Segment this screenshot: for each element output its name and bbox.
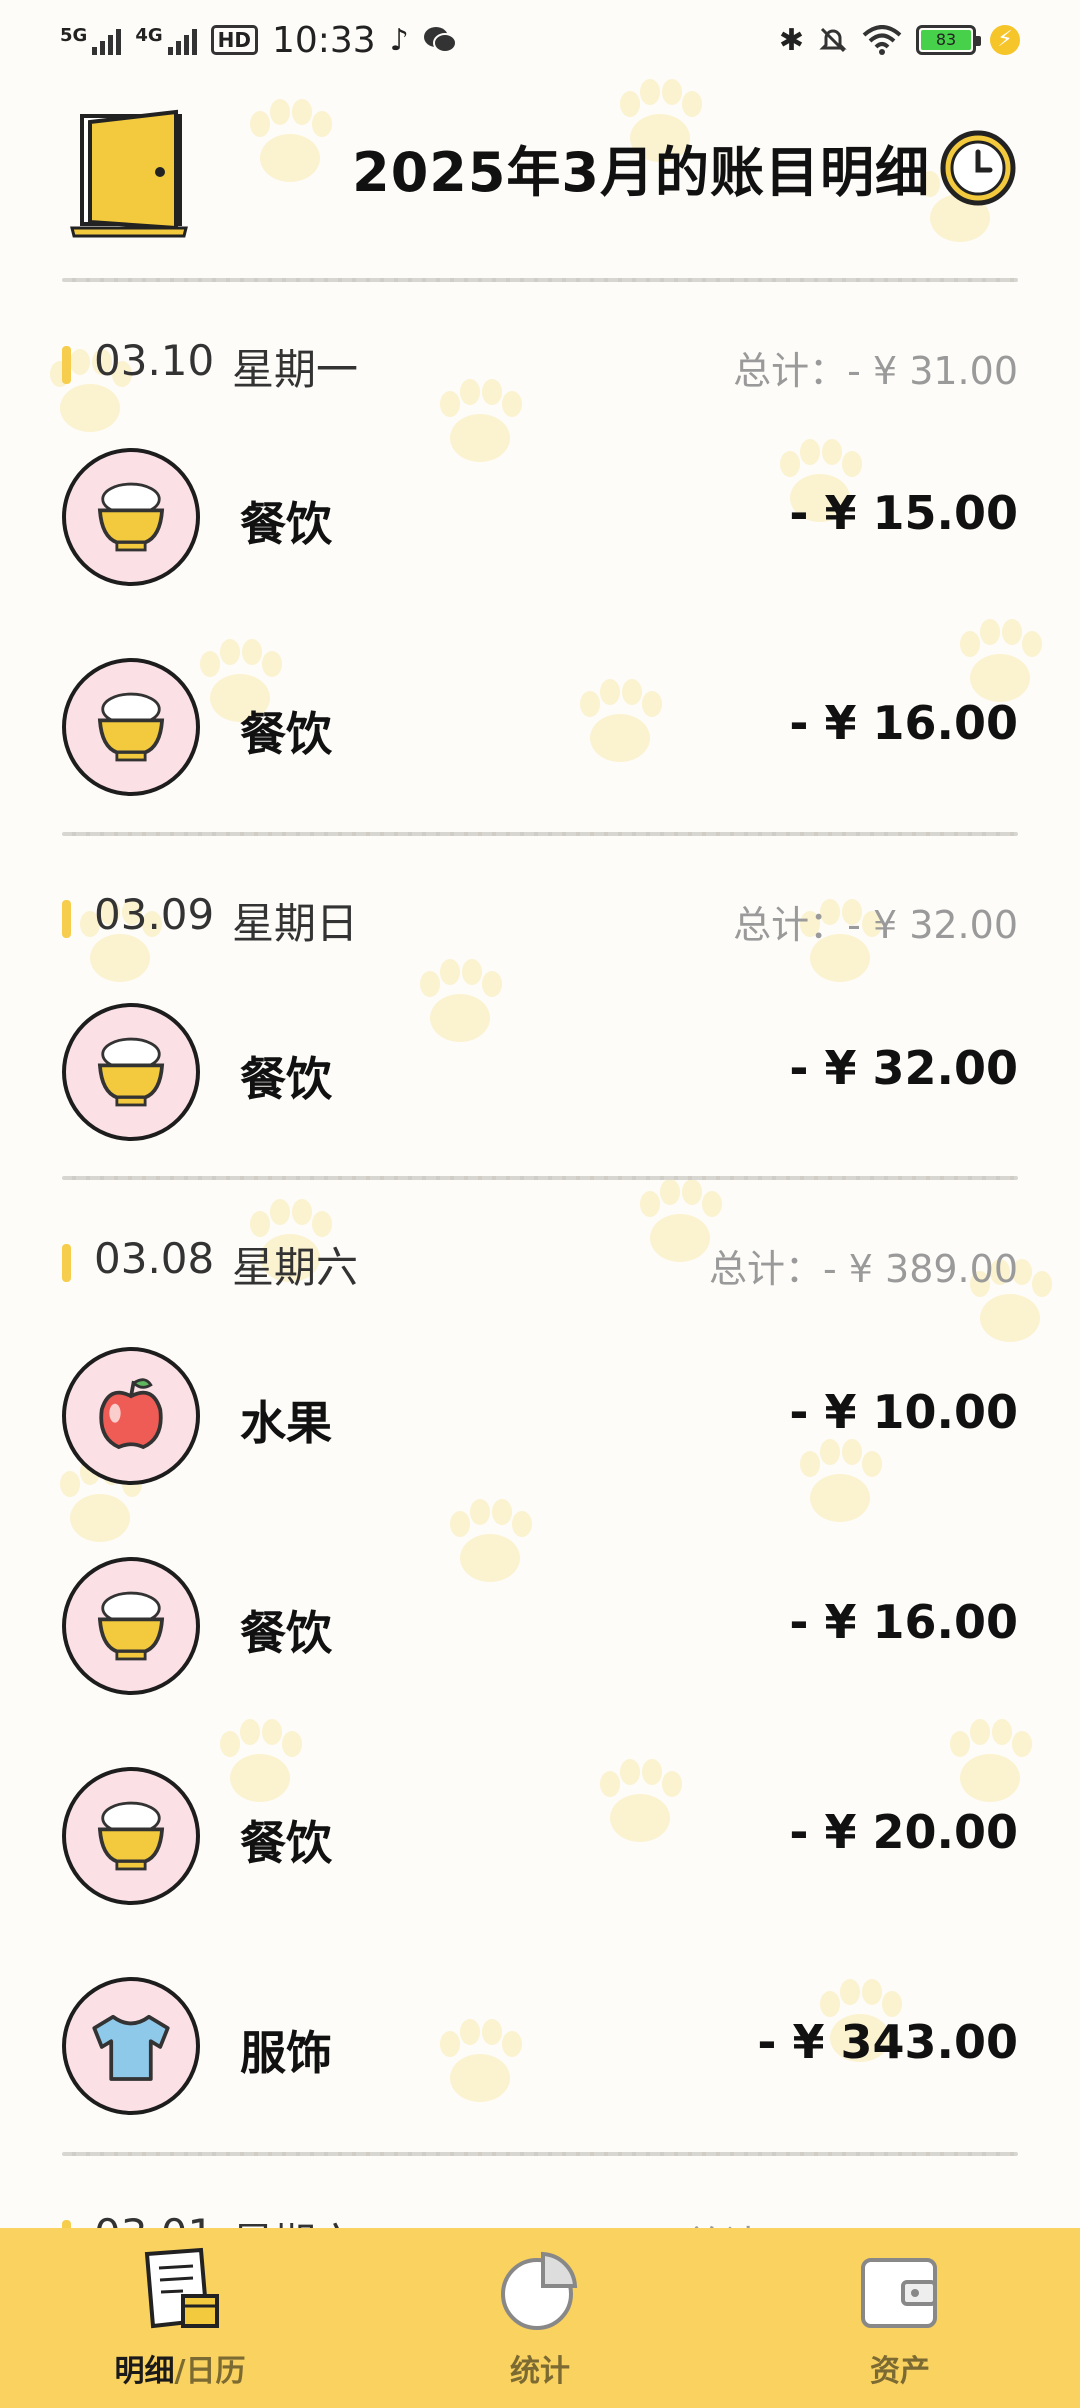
day-total: 总计：- ¥ 389.00 xyxy=(708,1247,1018,1291)
header: 2025年3月的账目明细 xyxy=(0,90,1080,260)
category-label: 餐饮 xyxy=(240,707,332,761)
rice-bowl-icon xyxy=(62,1767,200,1905)
day-total: 总计：- ¥ 32.00 xyxy=(733,903,1018,947)
door-icon[interactable] xyxy=(66,100,206,240)
category-label: 服饰 xyxy=(240,2026,332,2080)
day-weekday: 星期日 xyxy=(232,899,359,948)
day-marker xyxy=(62,1244,71,1282)
day-header: 03.10 星期一 总计：- ¥ 31.00 xyxy=(62,332,1018,394)
transaction-row[interactable]: 水果 - ¥ 10.00 xyxy=(62,1347,1018,1487)
category-label: 餐饮 xyxy=(240,1816,332,1870)
tab-assets[interactable]: 资产 xyxy=(750,2228,1050,2408)
category-label: 水果 xyxy=(240,1396,332,1450)
amount: - ¥ 16.00 xyxy=(789,696,1018,750)
divider xyxy=(62,1176,1018,1180)
transaction-row[interactable]: 餐饮 - ¥ 16.00 xyxy=(62,658,1018,798)
apple-icon xyxy=(62,1347,200,1485)
category-label: 餐饮 xyxy=(240,497,332,551)
status-right: ✱ 83 ⚡ xyxy=(779,23,1020,58)
transaction-row[interactable]: 餐饮 - ¥ 20.00 xyxy=(62,1767,1018,1907)
bluetooth-icon: ✱ xyxy=(778,22,804,58)
tiktok-icon: ♪ xyxy=(389,22,409,58)
amount: - ¥ 32.00 xyxy=(789,1041,1018,1095)
notes-calendar-icon xyxy=(144,2247,219,2329)
signal-4g-icon: 4G xyxy=(135,25,197,55)
rice-bowl-icon xyxy=(62,658,200,796)
divider xyxy=(62,832,1018,836)
rice-bowl-icon xyxy=(62,1557,200,1695)
divider xyxy=(62,278,1018,282)
mute-icon xyxy=(819,27,847,53)
status-left: 5G 4G HD 10:33 ♪ xyxy=(60,20,457,61)
day-marker xyxy=(62,346,71,384)
day-total: 总计：- ¥ 31.00 xyxy=(733,349,1018,393)
clock-icon[interactable] xyxy=(938,128,1018,208)
day-date: 03.09 xyxy=(94,890,215,939)
tab-assets-label: 资产 xyxy=(870,2354,930,2389)
amount: - ¥ 15.00 xyxy=(789,486,1018,540)
day-weekday: 星期六 xyxy=(232,1243,359,1292)
day-date: 03.10 xyxy=(94,336,215,385)
tshirt-icon xyxy=(62,1977,200,2115)
wallet-icon xyxy=(861,2258,937,2328)
transaction-row[interactable]: 服饰 - ¥ 343.00 xyxy=(62,1977,1018,2117)
tab-details-label: 明细/日历 xyxy=(30,2346,330,2390)
transaction-row[interactable]: 餐饮 - ¥ 16.00 xyxy=(62,1557,1018,1697)
amount: - ¥ 343.00 xyxy=(757,2015,1018,2069)
day-marker xyxy=(62,900,71,938)
tab-statistics[interactable]: 统计 xyxy=(390,2228,690,2408)
day-header: 03.08 星期六 总计：- ¥ 389.00 xyxy=(62,1230,1018,1292)
hd-voice-icon: HD xyxy=(210,25,258,55)
charging-icon: ⚡ xyxy=(990,25,1020,55)
pie-chart-icon xyxy=(501,2251,578,2330)
category-label: 餐饮 xyxy=(240,1052,332,1106)
amount: - ¥ 20.00 xyxy=(789,1805,1018,1859)
day-header: 03.09 星期日 总计：- ¥ 32.00 xyxy=(62,886,1018,948)
amount: - ¥ 10.00 xyxy=(789,1385,1018,1439)
bottom-tab-bar: 明细/日历 统计 资产 xyxy=(0,2228,1080,2408)
tab-statistics-label: 统计 xyxy=(510,2354,570,2389)
wifi-icon xyxy=(862,25,902,55)
day-weekday: 星期一 xyxy=(232,345,359,394)
signal-5g-icon: 5G xyxy=(60,25,122,55)
transaction-row[interactable]: 餐饮 - ¥ 15.00 xyxy=(62,448,1018,588)
day-date: 03.08 xyxy=(94,1234,215,1283)
tab-details[interactable]: 明细/日历 xyxy=(30,2228,330,2408)
signal-5g-label: 5G xyxy=(60,25,88,46)
divider xyxy=(62,2152,1018,2156)
amount: - ¥ 16.00 xyxy=(789,1595,1018,1649)
rice-bowl-icon xyxy=(62,1003,200,1141)
category-label: 餐饮 xyxy=(240,1606,332,1660)
tab-calendar-text: /日历 xyxy=(174,2354,246,2389)
battery-icon: 83 xyxy=(916,25,981,55)
signal-4g-label: 4G xyxy=(135,25,163,46)
tab-details-active-text: 明细 xyxy=(114,2354,175,2389)
page-title: 2025年3月的账目明细 xyxy=(352,141,930,204)
rice-bowl-icon xyxy=(62,448,200,586)
battery-level: 83 xyxy=(921,30,971,50)
transaction-row[interactable]: 餐饮 - ¥ 32.00 xyxy=(62,1003,1018,1143)
wechat-icon xyxy=(423,27,457,53)
status-bar: 5G 4G HD 10:33 ♪ ✱ 83 ⚡ xyxy=(0,0,1080,80)
clock-time: 10:33 xyxy=(271,19,376,61)
